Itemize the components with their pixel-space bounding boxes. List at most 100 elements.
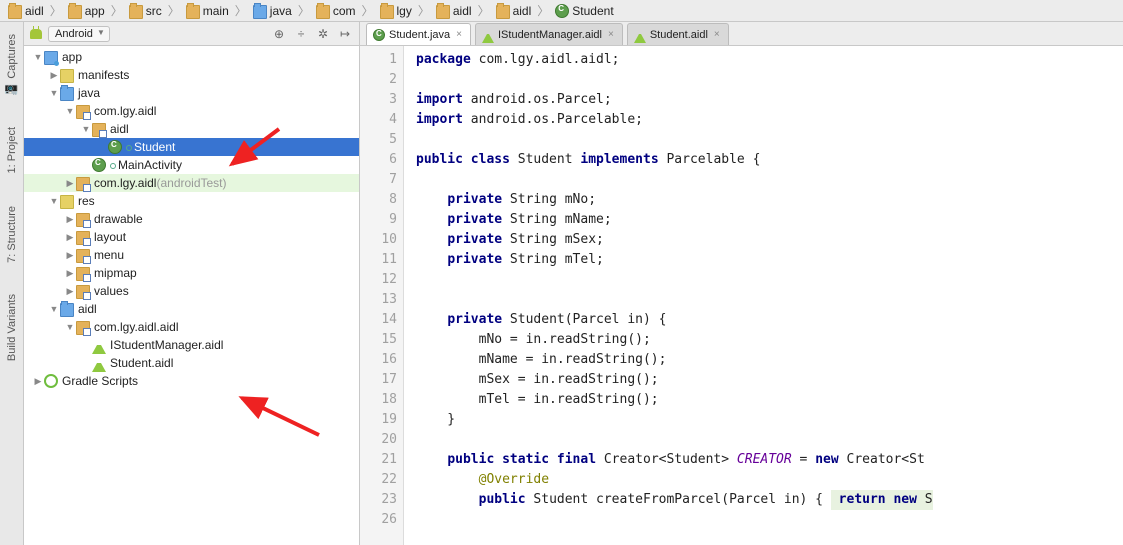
tree-node[interactable]: ▶MainActivity xyxy=(24,156,359,174)
tree-label-dim: (androidTest) xyxy=(156,176,226,190)
tree-node[interactable]: ▶Student.aidl xyxy=(24,354,359,372)
expand-arrow-icon[interactable]: ▶ xyxy=(64,214,76,225)
breadcrumb-item[interactable]: java xyxy=(249,4,296,18)
tree-node[interactable]: ▼com.lgy.aidl.aidl xyxy=(24,318,359,336)
tree-node[interactable]: ▶Gradle Scripts xyxy=(24,372,359,390)
tree-node[interactable]: ▼res xyxy=(24,192,359,210)
tree-node[interactable]: ▶menu xyxy=(24,246,359,264)
expand-arrow-icon[interactable]: ▶ xyxy=(64,178,76,189)
code-line[interactable]: private Student(Parcel in) { xyxy=(416,310,1123,330)
expand-arrow-icon[interactable]: ▼ xyxy=(48,196,60,206)
tree-node[interactable]: ▶layout xyxy=(24,228,359,246)
expand-arrow-icon[interactable]: ▼ xyxy=(48,88,60,98)
breadcrumb-item[interactable]: aidl xyxy=(4,4,48,18)
expand-arrow-icon[interactable]: ▼ xyxy=(80,124,92,134)
code-line[interactable]: public class Student implements Parcelab… xyxy=(416,150,1123,170)
code-line[interactable]: package com.lgy.aidl.aidl; xyxy=(416,50,1123,70)
tree-node[interactable]: ▼app xyxy=(24,48,359,66)
code-line[interactable] xyxy=(416,290,1123,310)
expand-arrow-icon[interactable]: ▶ xyxy=(32,376,44,387)
expand-arrow-icon[interactable]: ▶ xyxy=(64,286,76,297)
breadcrumb-item[interactable]: src xyxy=(125,4,166,18)
tree-node[interactable]: ▶IStudentManager.aidl xyxy=(24,336,359,354)
source-text[interactable]: package com.lgy.aidl.aidl; import android… xyxy=(404,46,1123,545)
tree-node[interactable]: ▶com.lgy.aidl (androidTest) xyxy=(24,174,359,192)
rail-project[interactable]: 1: Project xyxy=(6,123,18,177)
pkg-icon xyxy=(76,321,90,335)
code-line[interactable]: mSex = in.readString(); xyxy=(416,370,1123,390)
breadcrumb-label: com xyxy=(333,4,356,18)
tree-node[interactable]: ▶Student xyxy=(24,138,359,156)
tree-label: MainActivity xyxy=(118,158,182,172)
target-icon[interactable]: ÷ xyxy=(293,26,309,42)
code-line[interactable]: private String mSex; xyxy=(416,230,1123,250)
tree-node[interactable]: ▶values xyxy=(24,282,359,300)
tree-node[interactable]: ▼aidl xyxy=(24,120,359,138)
expand-arrow-icon[interactable]: ▶ xyxy=(64,250,76,261)
tree-node[interactable]: ▶manifests xyxy=(24,66,359,84)
breadcrumb-item[interactable]: main xyxy=(182,4,233,18)
line-number: 19 xyxy=(360,410,397,430)
expand-arrow-icon[interactable]: ▶ xyxy=(64,268,76,279)
close-icon[interactable]: × xyxy=(712,29,722,40)
editor-tab[interactable]: IStudentManager.aidl× xyxy=(475,23,623,45)
collapse-all-icon[interactable]: ⊕ xyxy=(271,26,287,42)
folder-icon xyxy=(436,5,450,19)
variant-combo[interactable]: Android xyxy=(48,26,110,42)
breadcrumb-item[interactable]: aidl xyxy=(492,4,536,18)
editor-tab[interactable]: Student.java× xyxy=(366,23,471,45)
project-panel: Android ⊕ ÷ ✲ ↦ ▼app▶manifests▼java▼com.… xyxy=(24,22,360,545)
breadcrumb-item[interactable]: Student xyxy=(551,4,617,18)
code-line[interactable] xyxy=(416,70,1123,90)
breadcrumb-item[interactable]: lgy xyxy=(376,4,416,18)
code-line[interactable]: mNo = in.readString(); xyxy=(416,330,1123,350)
breadcrumb-label: aidl xyxy=(513,4,532,18)
code-line[interactable]: import android.os.Parcelable; xyxy=(416,110,1123,130)
tree-node[interactable]: ▶ drawable xyxy=(24,210,359,228)
code-line[interactable]: mTel = in.readString(); xyxy=(416,390,1123,410)
code-line[interactable] xyxy=(416,170,1123,190)
code-line[interactable]: mName = in.readString(); xyxy=(416,350,1123,370)
code-area[interactable]: 123456789101112131415161718192021222326 … xyxy=(360,46,1123,545)
rail-structure[interactable]: 7: Structure xyxy=(6,202,18,267)
expand-arrow-icon[interactable]: ▼ xyxy=(64,322,76,332)
code-line[interactable]: private String mName; xyxy=(416,210,1123,230)
close-icon[interactable]: × xyxy=(606,29,616,40)
tree-node[interactable]: ▼java xyxy=(24,84,359,102)
expand-arrow-icon[interactable]: ▼ xyxy=(64,106,76,116)
code-line[interactable] xyxy=(416,510,1123,530)
expand-arrow-icon[interactable]: ▶ xyxy=(48,70,60,81)
tree-label: drawable xyxy=(94,212,143,226)
tree-node[interactable]: ▼aidl xyxy=(24,300,359,318)
breadcrumb-label: Student xyxy=(572,4,613,18)
code-line[interactable]: public Student createFromParcel(Parcel i… xyxy=(416,490,1123,510)
expand-arrow-icon[interactable]: ▼ xyxy=(48,304,60,314)
breadcrumb-item[interactable]: com xyxy=(312,4,360,18)
code-line[interactable]: @Override xyxy=(416,470,1123,490)
code-line[interactable] xyxy=(416,270,1123,290)
tree-node[interactable]: ▶mipmap xyxy=(24,264,359,282)
code-line[interactable]: private String mTel; xyxy=(416,250,1123,270)
breadcrumb-item[interactable]: app xyxy=(64,4,109,18)
line-number: 20 xyxy=(360,430,397,450)
rail-build-variants[interactable]: Build Variants xyxy=(6,290,18,365)
editor-tab[interactable]: Student.aidl× xyxy=(627,23,729,45)
code-line[interactable] xyxy=(416,430,1123,450)
expand-arrow-icon[interactable]: ▼ xyxy=(32,52,44,62)
expand-arrow-icon[interactable]: ▶ xyxy=(64,232,76,243)
breadcrumb-item[interactable]: aidl xyxy=(432,4,476,18)
hide-icon[interactable]: ↦ xyxy=(337,26,353,42)
close-icon[interactable]: × xyxy=(454,29,464,40)
code-line[interactable] xyxy=(416,130,1123,150)
folder-icon xyxy=(8,5,22,19)
code-line[interactable]: import android.os.Parcel; xyxy=(416,90,1123,110)
code-line[interactable]: public static final Creator<Student> CRE… xyxy=(416,450,1123,470)
code-line[interactable]: private String mNo; xyxy=(416,190,1123,210)
bluefolder-icon xyxy=(60,303,74,317)
project-tree[interactable]: ▼app▶manifests▼java▼com.lgy.aidl▼aidl▶St… xyxy=(24,46,359,545)
rail-captures[interactable]: 📷 Captures xyxy=(5,30,18,99)
code-line[interactable]: } xyxy=(416,410,1123,430)
settings-icon[interactable]: ✲ xyxy=(315,26,331,42)
line-number: 10 xyxy=(360,230,397,250)
tree-node[interactable]: ▼com.lgy.aidl xyxy=(24,102,359,120)
